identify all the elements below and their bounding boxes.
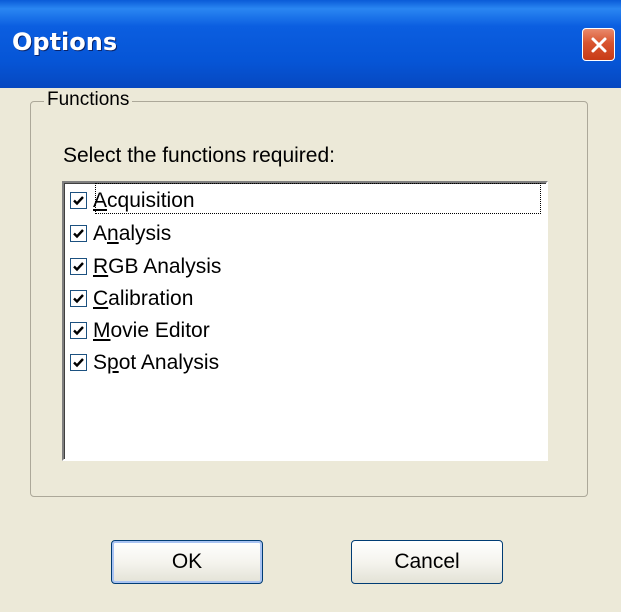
item-label: Analysis [93, 222, 172, 245]
list-item-spot-analysis[interactable]: Spot Analysis [70, 348, 542, 377]
ok-button[interactable]: OK [111, 540, 263, 584]
list-item-calibration[interactable]: Calibration [70, 284, 542, 313]
checkbox[interactable] [70, 354, 87, 371]
window-title: Options [12, 28, 118, 56]
item-label: Spot Analysis [93, 351, 220, 374]
functions-prompt: Select the functions required: [63, 144, 335, 167]
checkbox[interactable] [70, 192, 87, 209]
list-item-rgb-analysis[interactable]: RGB Analysis [70, 252, 542, 281]
close-button[interactable] [582, 28, 615, 61]
item-label: RGB Analysis [93, 255, 222, 278]
checkmark-icon [73, 229, 84, 239]
checkmark-icon [73, 326, 84, 336]
list-item-analysis[interactable]: Analysis [70, 219, 542, 248]
focus-rectangle [95, 183, 541, 214]
checkbox[interactable] [70, 258, 87, 275]
groupbox-legend: Functions [44, 89, 133, 111]
checkmark-icon [73, 262, 84, 272]
options-dialog: Options Functions Select the functions r… [0, 0, 621, 612]
checkbox[interactable] [70, 225, 87, 242]
title-bar[interactable]: Options [0, 0, 621, 88]
checkmark-icon [73, 196, 84, 206]
item-label: Movie Editor [93, 319, 210, 342]
list-item-movie-editor[interactable]: Movie Editor [70, 316, 542, 345]
checkbox[interactable] [70, 290, 87, 307]
checkmark-icon [73, 294, 84, 304]
item-label: Calibration [93, 287, 194, 310]
close-icon [591, 37, 606, 52]
functions-checklist[interactable]: Acquisition Analysis RGB Analysis Calibr… [62, 181, 548, 461]
checkmark-icon [73, 358, 84, 368]
cancel-button[interactable]: Cancel [351, 540, 503, 584]
checkbox[interactable] [70, 322, 87, 339]
